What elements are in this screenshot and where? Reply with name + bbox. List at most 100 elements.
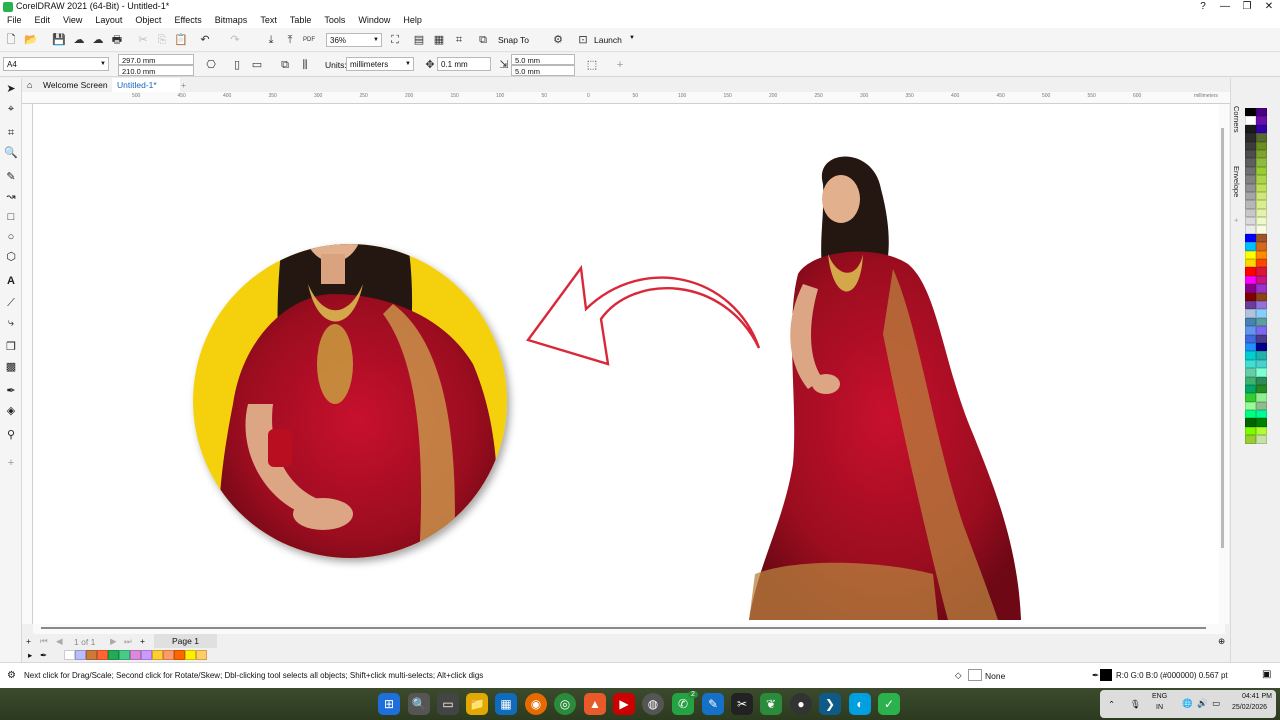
interactive-fill-icon[interactable]: ◈ [4, 404, 18, 418]
palette-swatch[interactable] [1256, 376, 1267, 385]
menu-object[interactable]: Object [128, 14, 167, 28]
tab-untitled-1[interactable]: Untitled-1* [112, 78, 180, 92]
firefox-icon[interactable]: ◉ [525, 693, 547, 715]
standing-model-image[interactable] [749, 156, 1021, 621]
palette-swatch[interactable] [1245, 342, 1256, 352]
palette-swatch[interactable] [1245, 175, 1256, 184]
palette-swatch[interactable] [1245, 191, 1256, 201]
curved-arrow-outline[interactable] [526, 264, 761, 366]
document-palette-swatch[interactable] [75, 650, 86, 660]
palette-swatch[interactable] [1245, 435, 1256, 444]
coreldraw-icon[interactable]: ❦ [760, 693, 782, 715]
app-icon[interactable]: ◍ [642, 693, 664, 715]
palette-swatch[interactable] [1256, 300, 1267, 310]
youtube-icon[interactable]: ▶ [613, 693, 635, 715]
snap-to-icon[interactable]: ⧉ [476, 33, 490, 47]
palette-swatch[interactable] [1256, 225, 1267, 234]
palette-swatch[interactable] [1245, 376, 1256, 385]
polygon-tool-icon[interactable]: ⬡ [4, 250, 18, 264]
palette-arrow-icon[interactable]: ▸ [28, 650, 32, 661]
zoom-navigator-icon[interactable]: ⊕ [1218, 636, 1225, 647]
full-screen-icon[interactable]: ⛶ [388, 33, 402, 47]
close-button[interactable]: ✕ [1258, 0, 1280, 14]
palette-swatch[interactable] [1245, 368, 1256, 377]
palette-swatch[interactable] [1256, 133, 1267, 142]
open-icon[interactable]: 📂 [24, 33, 38, 47]
palette-swatch[interactable] [1256, 426, 1267, 436]
menu-file[interactable]: File [0, 14, 28, 28]
undo-icon[interactable]: ↶ [198, 33, 212, 47]
zoom-tool-icon[interactable]: 🔍 [4, 146, 18, 160]
duplicate-x-field[interactable]: 5.0 mm [511, 54, 575, 65]
transparency-icon[interactable]: ▩ [4, 360, 18, 374]
palette-swatch[interactable] [1245, 200, 1256, 209]
palette-swatch[interactable] [1245, 124, 1256, 134]
palette-swatch[interactable] [1245, 108, 1256, 117]
palette-swatch[interactable] [1245, 225, 1256, 234]
show-rulers-icon[interactable]: ▤ [412, 33, 426, 47]
palette-swatch[interactable] [1245, 116, 1256, 125]
palette-swatch[interactable] [1245, 141, 1256, 150]
palette-swatch[interactable] [1256, 418, 1267, 427]
paste-icon[interactable]: 📋 [174, 33, 188, 47]
export-icon[interactable]: ⤒ [283, 33, 297, 47]
eyedropper-icon[interactable]: ✒ [40, 650, 47, 661]
palette-swatch[interactable] [1245, 158, 1256, 167]
page-height-field[interactable]: 210.0 mm [118, 65, 194, 76]
palette-swatch[interactable] [1256, 342, 1267, 352]
artistic-media-icon[interactable]: ↝ [4, 190, 18, 204]
minimize-button[interactable]: — [1214, 0, 1236, 14]
nudge-distance-field[interactable]: 0.1 mm [437, 57, 491, 71]
copy-icon[interactable]: ⎘ [155, 33, 169, 47]
shape-tool-icon[interactable]: ⌖ [4, 102, 18, 116]
next-page-icon[interactable]: ▶ [110, 636, 117, 647]
new-document-icon[interactable]: 🗋 [4, 33, 18, 47]
document-palette-swatch[interactable] [97, 650, 108, 660]
connector-tool-icon[interactable]: ⤷ [4, 316, 18, 330]
options-gear-icon[interactable]: ⚙ [551, 33, 565, 47]
palette-swatch[interactable] [1256, 284, 1267, 293]
language[interactable]: ENG [1152, 693, 1167, 700]
menu-view[interactable]: View [56, 14, 88, 28]
all-pages-icon[interactable]: ⎔ [204, 58, 218, 72]
volume-icon[interactable]: 🔊 [1197, 698, 1208, 709]
palette-swatch[interactable] [1256, 166, 1267, 176]
document-palette-swatch[interactable] [174, 650, 185, 660]
vertical-scrollbar[interactable] [1219, 104, 1229, 624]
add-page-after-icon[interactable]: + [140, 636, 145, 646]
microphone-icon[interactable]: 🎙 [1130, 699, 1141, 710]
palette-swatch[interactable] [1256, 149, 1267, 159]
palette-swatch[interactable] [1245, 401, 1256, 411]
palette-swatch[interactable] [1256, 208, 1267, 218]
palette-swatch[interactable] [1256, 393, 1267, 402]
palette-swatch[interactable] [1245, 250, 1256, 260]
palette-swatch[interactable] [1256, 233, 1267, 243]
palette-swatch[interactable] [1256, 317, 1267, 327]
ellipse-tool-icon[interactable]: ○ [4, 230, 18, 244]
save-icon[interactable]: 💾 [52, 33, 66, 47]
search-icon[interactable]: 🔍 [408, 693, 430, 715]
horizontal-ruler[interactable]: 500 450 400 350 300 250 200 150 100 50 0 50 100 150 20… [22, 92, 1230, 104]
clock-date[interactable]: 25/02/2026 [1232, 704, 1267, 711]
clock-time[interactable]: 04:41 PM [1242, 693, 1272, 700]
battery-icon[interactable]: ▭ [1212, 698, 1220, 709]
home-icon[interactable]: ⌂ [22, 78, 36, 92]
palette-swatch[interactable] [1256, 275, 1267, 285]
edit-bleed-icon[interactable]: ⬚ [585, 58, 599, 72]
last-page-icon[interactable]: ⏭ [124, 636, 132, 647]
print-icon[interactable]: 🖶 [110, 33, 124, 47]
menu-window[interactable]: Window [351, 14, 396, 28]
docker-tab-corners[interactable]: Corners [1232, 106, 1241, 133]
add-tool-icon[interactable]: + [4, 456, 18, 470]
palette-swatch[interactable] [1256, 359, 1267, 369]
cloud-icon[interactable]: ☁ [91, 33, 105, 47]
network-icon[interactable]: 🌐 [1182, 698, 1193, 709]
fill-none-swatch[interactable] [968, 669, 982, 681]
horizontal-scroll-thumb[interactable] [41, 627, 1206, 629]
palette-swatch[interactable] [1245, 334, 1256, 343]
add-page-icon[interactable]: + [26, 636, 31, 646]
landscape-icon[interactable]: ▭ [250, 58, 264, 72]
rectangle-tool-icon[interactable]: □ [4, 210, 18, 224]
palette-swatch[interactable] [1245, 208, 1256, 218]
upload-icon[interactable]: ☁ [72, 33, 86, 47]
